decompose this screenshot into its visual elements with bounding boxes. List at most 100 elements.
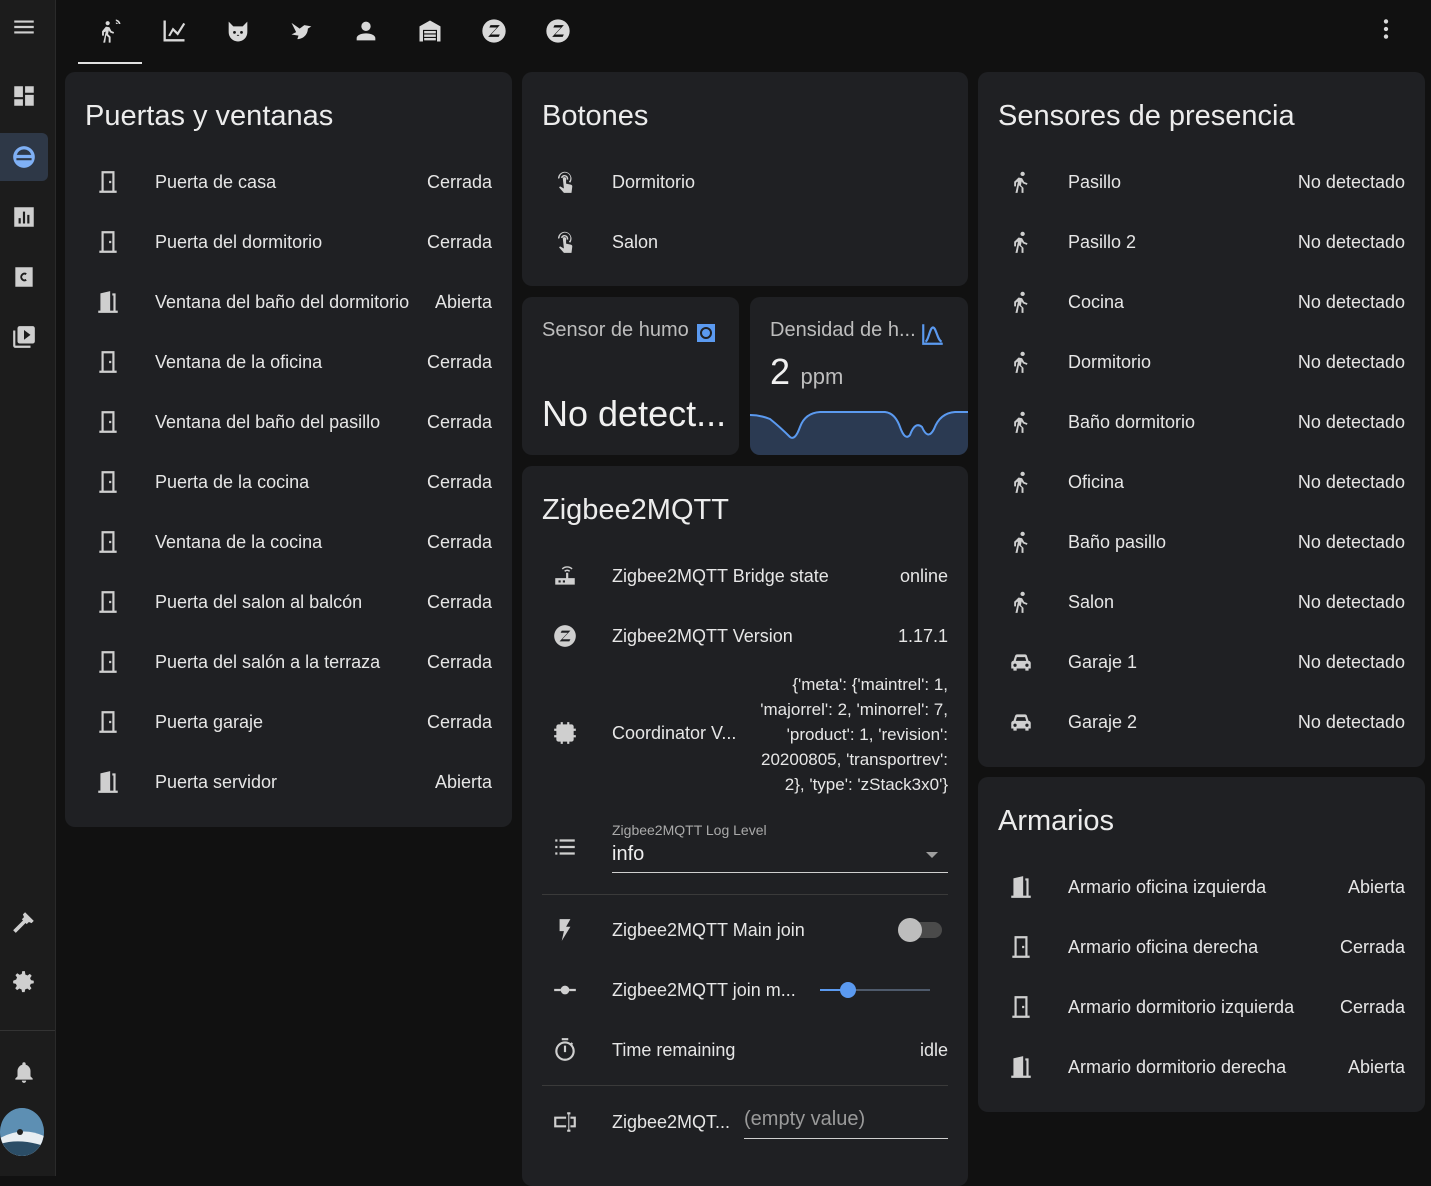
entity-row[interactable]: Oficina No detectado: [978, 452, 1425, 512]
entity-row[interactable]: Zigbee2MQTT Version 1.17.1: [522, 606, 968, 666]
entity-row[interactable]: Ventana de la oficina Cerrada: [65, 332, 512, 392]
text-entity-input[interactable]: (empty value): [744, 1100, 948, 1139]
entity-row[interactable]: Pasillo No detectado: [978, 152, 1425, 212]
chevron-down-icon[interactable]: [926, 852, 938, 858]
entity-row[interactable]: Salon: [522, 212, 968, 272]
entity-state: No detectado: [1297, 712, 1405, 732]
entity-name: Zigbee2MQTT Main join: [612, 920, 805, 940]
sidebar-item-settings[interactable]: [0, 958, 48, 1006]
entity-name: Ventana del baño del dormitorio: [155, 292, 410, 312]
card-title: Puertas y ventanas: [85, 100, 334, 132]
tab-cat[interactable]: [206, 0, 270, 62]
card-densidad[interactable]: Densidad de h... 2 ppm: [750, 297, 968, 455]
entity-row[interactable]: Armario dormitorio derecha Abierta: [978, 1037, 1425, 1097]
entity-row[interactable]: Dormitorio: [522, 152, 968, 212]
door-closed-icon: [95, 469, 121, 495]
entity-name: Garaje 1: [1068, 652, 1138, 672]
card-armarios: Armarios Armario oficina izquierda Abiert…: [978, 777, 1425, 1112]
entity-name: Coordinator V...: [612, 723, 737, 743]
entity-row[interactable]: Ventana de la cocina Cerrada: [65, 512, 512, 572]
door-open-icon: [1008, 874, 1034, 900]
entity-row[interactable]: Salon No detectado: [978, 572, 1425, 632]
entity-name: Pasillo: [1068, 172, 1122, 192]
dashboard-icon: [14, 86, 34, 106]
entity-row[interactable]: Baño pasillo No detectado: [978, 512, 1425, 572]
entity-row[interactable]: Puerta del dormitorio Cerrada: [65, 212, 512, 272]
door-closed-icon: [95, 169, 121, 195]
bird-icon: [291, 22, 312, 40]
entity-row[interactable]: Ventana del baño del pasillo Cerrada: [65, 392, 512, 452]
walk-icon: [1008, 409, 1034, 435]
coordinator-version-value: {'meta': {'maintrel': 1, 'majorrel': 2, …: [760, 675, 948, 794]
card-sensores-presencia: Sensores de presencia Pasillo No detectad…: [978, 72, 1425, 767]
sidebar-item-overview[interactable]: [0, 72, 48, 120]
entity-row[interactable]: Armario oficina derecha Cerrada: [978, 917, 1425, 977]
entity-row[interactable]: Puerta del salón a la terraza Cerrada: [65, 632, 512, 692]
entity-row[interactable]: Baño dormitorio No detectado: [978, 392, 1425, 452]
entity-name: Armario oficina izquierda: [1068, 877, 1267, 897]
card-title: Armarios: [998, 805, 1115, 837]
sidebar-divider: [0, 1030, 55, 1031]
entity-row[interactable]: Puerta del salon al balcón Cerrada: [65, 572, 512, 632]
join-minutes-slider[interactable]: [820, 982, 930, 998]
sidebar-item-code[interactable]: [0, 253, 48, 301]
entity-name: Garaje 2: [1068, 712, 1138, 732]
entity-row[interactable]: Armario oficina izquierda Abierta: [978, 857, 1425, 917]
avatar[interactable]: [0, 1108, 44, 1156]
entity-row[interactable]: Armario dormitorio izquierda Cerrada: [978, 977, 1425, 1037]
tab-presence[interactable]: [78, 0, 142, 64]
card-title: Zigbee2MQTT: [542, 494, 729, 526]
gear-icon: [13, 971, 34, 993]
door-closed-icon: [95, 229, 121, 255]
slider-handle[interactable]: [839, 982, 856, 998]
entity-state: Cerrada: [1339, 997, 1405, 1017]
entity-state: Cerrada: [426, 652, 492, 672]
entity-name: Armario dormitorio izquierda: [1068, 997, 1295, 1017]
entity-name: Oficina: [1068, 472, 1125, 492]
card-sensor-humo[interactable]: Sensor de humo No detect...: [522, 297, 739, 455]
entity-row[interactable]: Time remaining idle: [522, 1020, 968, 1080]
entity-row[interactable]: Garaje 2 No detectado: [978, 692, 1425, 752]
entity-row[interactable]: Pasillo 2 No detectado: [978, 212, 1425, 272]
card-botones: Botones Dormitorio Salon: [522, 72, 968, 286]
tab-garage[interactable]: [398, 0, 462, 62]
card-zigbee2mqtt: Zigbee2MQTT Zigbee2MQTT Bridge state onl…: [522, 466, 968, 1186]
smoke-detector-icon: [694, 321, 718, 345]
entity-name: Puerta de la cocina: [155, 472, 310, 492]
tab-graphs[interactable]: [142, 0, 206, 62]
divider: [542, 1085, 948, 1086]
sidebar-item-history[interactable]: [0, 193, 48, 241]
tab-person[interactable]: [334, 0, 398, 62]
entity-row[interactable]: Puerta servidor Abierta: [65, 752, 512, 812]
card-title: Sensores de presencia: [998, 100, 1295, 132]
entity-row[interactable]: Puerta de la cocina Cerrada: [65, 452, 512, 512]
overflow-menu-button[interactable]: [1371, 14, 1401, 44]
entity-row[interactable]: Puerta de casa Cerrada: [65, 152, 512, 212]
car-icon: [1008, 649, 1034, 675]
divider: [542, 894, 948, 895]
sidebar-item-media[interactable]: [0, 313, 48, 361]
entity-row[interactable]: Garaje 1 No detectado: [978, 632, 1425, 692]
entity-name: Puerta de casa: [155, 172, 277, 192]
sidebar-item-map[interactable]: [0, 133, 48, 181]
entity-row[interactable]: Zigbee2MQTT Bridge state online: [522, 546, 968, 606]
entity-row[interactable]: Puerta garaje Cerrada: [65, 692, 512, 752]
entity-state: Cerrada: [426, 172, 492, 192]
entity-name: Ventana de la oficina: [155, 352, 323, 372]
entity-state: No detectado: [1297, 292, 1405, 312]
sensor-name: Densidad de h...: [770, 319, 916, 341]
cat-icon: [228, 21, 248, 42]
entity-row[interactable]: Cocina No detectado: [978, 272, 1425, 332]
sidebar: [0, 0, 56, 1176]
entity-name: Baño dormitorio: [1068, 412, 1196, 432]
entity-row[interactable]: Dormitorio No detectado: [978, 332, 1425, 392]
entity-state: No detectado: [1297, 232, 1405, 252]
tab-zigbee-2[interactable]: [526, 0, 590, 62]
sidebar-item-developer[interactable]: [0, 898, 48, 946]
tab-bird[interactable]: [270, 0, 334, 62]
toggle-knob[interactable]: [898, 918, 922, 942]
entity-row[interactable]: Ventana del baño del dormitorio Abierta: [65, 272, 512, 332]
tab-zigbee-1[interactable]: [462, 0, 526, 62]
menu-button[interactable]: [0, 3, 48, 51]
sidebar-item-notifications[interactable]: [0, 1048, 48, 1096]
